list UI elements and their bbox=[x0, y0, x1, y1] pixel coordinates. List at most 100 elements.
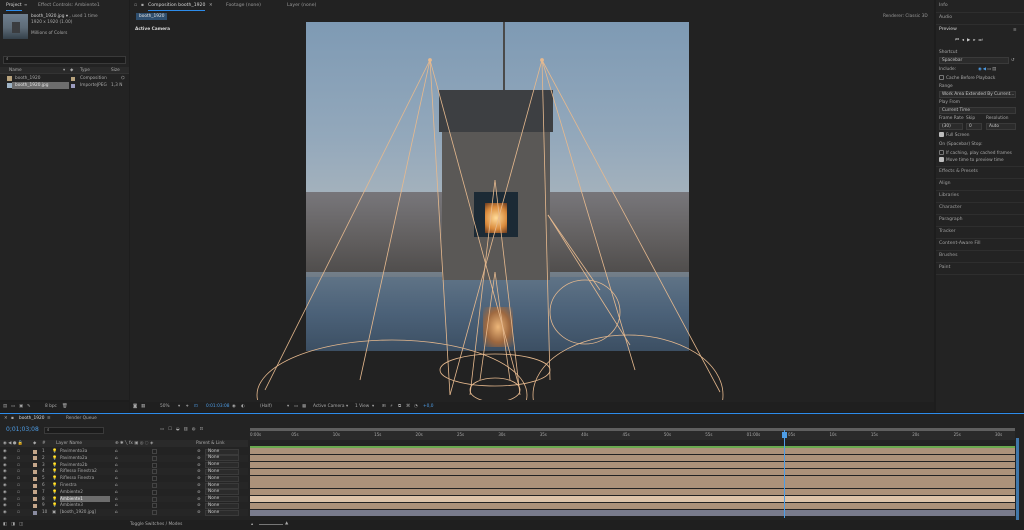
switch-box[interactable] bbox=[152, 462, 157, 468]
switch-box[interactable] bbox=[152, 476, 157, 482]
play-from-dropdown[interactable]: Current Time bbox=[939, 107, 1016, 114]
pick-whip-icon[interactable]: ⊚ bbox=[197, 448, 201, 455]
layer-name[interactable]: Pavimento2b bbox=[60, 462, 110, 469]
tab-effect-controls[interactable]: Effect Controls: Ambiente1 bbox=[38, 0, 100, 11]
layer-duration-bar[interactable] bbox=[250, 468, 1015, 475]
project-item[interactable]: booth_1920 Composition ⌬ bbox=[0, 75, 129, 82]
reset-icon[interactable]: ↺ bbox=[1011, 58, 1015, 63]
shy-switch-icon[interactable]: ⌂ bbox=[115, 496, 118, 503]
layer-duration-bar[interactable] bbox=[250, 455, 1015, 462]
layer-duration-bar[interactable] bbox=[250, 495, 1015, 503]
if-caching-option[interactable]: If caching, play cached frames bbox=[939, 150, 1012, 156]
snapshot-icon[interactable]: ◙ bbox=[133, 404, 137, 409]
lock-icon[interactable]: ▫ bbox=[17, 462, 20, 469]
views-dropdown[interactable]: 1 View bbox=[355, 404, 369, 409]
parent-dropdown[interactable]: None bbox=[205, 509, 239, 516]
parent-dropdown[interactable]: None bbox=[205, 475, 239, 482]
layer-name[interactable]: Ambiente2 bbox=[60, 489, 110, 496]
label-swatch[interactable] bbox=[33, 456, 37, 461]
camera-view-dropdown[interactable]: Active Camera bbox=[313, 404, 345, 409]
layer-row[interactable]: ◉ ▫ 1 💡 Pavimento3a ⌂ ⊚ None bbox=[0, 448, 248, 455]
pick-whip-icon[interactable]: ⊚ bbox=[197, 489, 201, 496]
search-input[interactable] bbox=[13, 57, 123, 63]
eye-icon[interactable]: ◉ bbox=[3, 475, 7, 482]
interpret-footage-icon[interactable]: ▤ bbox=[3, 404, 7, 409]
pick-whip-icon[interactable]: ⊚ bbox=[197, 468, 201, 475]
paint-section[interactable]: Paint bbox=[939, 263, 950, 273]
chevron-down-icon[interactable]: ▾ bbox=[287, 404, 289, 409]
current-time-display[interactable]: 0;01;03;08 bbox=[6, 426, 39, 433]
label-swatch[interactable] bbox=[33, 503, 37, 508]
switch-box[interactable] bbox=[152, 483, 157, 488]
lock-icon[interactable]: ▫ bbox=[17, 468, 20, 475]
shy-switch-icon[interactable]: ⌂ bbox=[115, 509, 118, 516]
layer-row[interactable]: ◉ ▫ 7 💡 Ambiente2 ⌂ ⊚ None bbox=[0, 489, 248, 496]
content-aware-fill-section[interactable]: Content-Aware Fill bbox=[939, 239, 981, 249]
info-section[interactable]: Info bbox=[939, 1, 948, 11]
grid-icon[interactable]: ▦ bbox=[141, 404, 145, 409]
eye-icon[interactable]: ◉ bbox=[3, 496, 7, 503]
shy-switch-icon[interactable]: ⌂ bbox=[115, 462, 118, 469]
zoom-slider[interactable] bbox=[259, 524, 283, 525]
reset-exposure-icon[interactable]: ◔ bbox=[414, 404, 418, 409]
toggle-pixel-aspect-icon[interactable]: ⊞ bbox=[382, 404, 386, 409]
eye-icon[interactable]: ◉ bbox=[3, 468, 7, 475]
menu-icon[interactable]: ≡ bbox=[1013, 28, 1017, 33]
layer-name[interactable]: Pavimento3a bbox=[60, 448, 110, 455]
current-timecode[interactable]: 0:01:03:08 bbox=[206, 404, 229, 409]
shy-switch-icon[interactable]: ⌂ bbox=[115, 482, 118, 489]
exposure-value[interactable]: +0,0 bbox=[423, 404, 433, 409]
layer-duration-bar[interactable] bbox=[250, 502, 1015, 509]
trash-icon[interactable]: 🗑 bbox=[62, 404, 67, 409]
first-frame-icon[interactable]: ⏮ bbox=[955, 38, 962, 43]
cache-before-playback[interactable]: Cache Before Playback bbox=[939, 75, 995, 81]
chevron-down-icon[interactable]: ▾ bbox=[66, 14, 68, 19]
switch-box[interactable] bbox=[152, 489, 157, 495]
new-folder-icon[interactable]: ▭ bbox=[11, 404, 15, 409]
timeline-search[interactable]: ⌕ bbox=[44, 427, 104, 434]
eye-icon[interactable]: ◉ bbox=[3, 448, 7, 455]
libraries-section[interactable]: Libraries bbox=[939, 191, 959, 201]
chevron-down-icon[interactable]: ▾ bbox=[178, 404, 180, 409]
layer-row[interactable]: ◉ ▫ 4 💡 Riflesso Finestra2 ⌂ ⊚ None bbox=[0, 468, 248, 476]
playhead[interactable] bbox=[784, 430, 785, 518]
tab-project[interactable]: Project bbox=[6, 0, 22, 11]
preview-section[interactable]: Preview bbox=[939, 25, 957, 35]
project-item[interactable]: booth_1920.jpg ImporteJPEG 1,3 N bbox=[0, 82, 129, 89]
lock-icon[interactable]: ▫ bbox=[17, 502, 20, 509]
layer-row[interactable]: ◉ ▫ 5 💡 Riflesso Finestra ⌂ ⊚ None bbox=[0, 475, 248, 482]
chevron-down-icon[interactable]: ▾ bbox=[346, 404, 348, 409]
fast-previews-icon[interactable]: ⚡ bbox=[390, 404, 393, 409]
layer-duration-bar[interactable] bbox=[250, 482, 1015, 489]
pick-whip-icon[interactable]: ⊚ bbox=[197, 502, 201, 509]
magnification-dropdown[interactable]: 50% bbox=[160, 404, 170, 409]
switch-box[interactable] bbox=[152, 455, 157, 461]
shy-switch-icon[interactable]: ⌂ bbox=[115, 475, 118, 482]
comp-marker-icon[interactable]: ▭ bbox=[160, 427, 168, 432]
lock-icon[interactable]: ▫ bbox=[17, 448, 20, 455]
column-layer-name[interactable]: Layer Name bbox=[56, 441, 82, 446]
label-swatch[interactable] bbox=[33, 497, 37, 502]
switch-box[interactable] bbox=[152, 496, 157, 502]
frame-render-icon[interactable]: ◫ bbox=[19, 522, 23, 527]
label-swatch[interactable] bbox=[33, 449, 37, 454]
shy-switch-icon[interactable]: ⌂ bbox=[115, 468, 118, 475]
layer-name[interactable]: Pavimento2a bbox=[60, 455, 110, 462]
switch-box[interactable] bbox=[152, 503, 157, 509]
parent-dropdown[interactable]: None bbox=[205, 455, 239, 462]
camera-snapshot-icon[interactable]: ◉ bbox=[232, 404, 236, 409]
work-area-bar[interactable] bbox=[250, 428, 1015, 431]
region-icon[interactable]: ▭ bbox=[294, 404, 298, 409]
label-swatch[interactable] bbox=[33, 483, 37, 488]
layer-name[interactable]: Riflesso Finestra2 bbox=[60, 468, 110, 475]
if-caching-checkbox[interactable] bbox=[939, 150, 944, 155]
layer-name[interactable]: [booth_1920.jpg] bbox=[60, 509, 110, 516]
frame-rate-dropdown[interactable]: (30) bbox=[939, 123, 963, 130]
label-swatch[interactable] bbox=[33, 490, 37, 495]
shy-switch-icon[interactable]: ⌂ bbox=[115, 455, 118, 462]
timeline-icon[interactable]: ⧉ bbox=[398, 404, 401, 409]
eye-icon[interactable]: ◉ bbox=[3, 462, 7, 469]
lock-icon[interactable]: ▫ bbox=[17, 489, 20, 496]
audio-section[interactable]: Audio bbox=[939, 13, 952, 23]
pick-whip-icon[interactable]: ⊚ bbox=[197, 475, 201, 482]
